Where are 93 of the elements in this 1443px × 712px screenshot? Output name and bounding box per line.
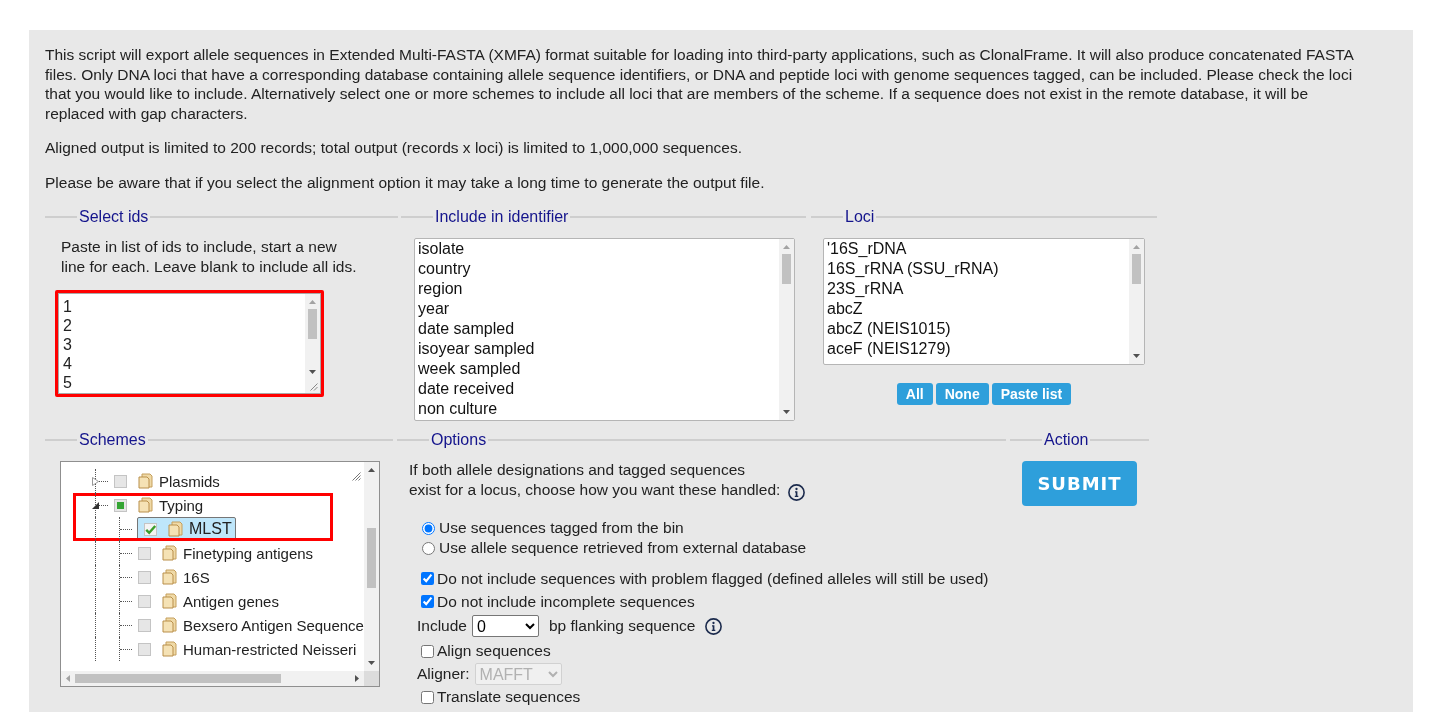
- scrollbar-thumb[interactable]: [75, 674, 281, 683]
- ids-field[interactable]: 1 2 3 4 5: [58, 293, 321, 394]
- help-text: Paste in list of ids to include, start a new line for each. Leave blank to include all ids.: [61, 237, 358, 277]
- resize-grip-icon[interactable]: [352, 472, 361, 481]
- tree-item[interactable]: Human-restricted Neisseri: [132, 637, 360, 661]
- tree-checkbox[interactable]: [138, 594, 151, 608]
- section-legend: Options: [429, 430, 489, 450]
- folder-icon: [162, 593, 177, 609]
- prompt-text: If both allele designations and tagged sequences exist for a locus, choose how you want these handled:: [409, 461, 781, 498]
- folder-icon: [138, 473, 153, 489]
- folder-icon: [168, 521, 183, 537]
- radio-button[interactable]: [422, 521, 435, 535]
- tree-item[interactable]: Finetyping antigens: [132, 541, 317, 565]
- list-option[interactable]: '16S_rDNA: [824, 239, 1129, 259]
- tree-checkbox[interactable]: [114, 498, 127, 512]
- section-legend: Action: [1042, 430, 1091, 450]
- scrollbar-corner: [364, 671, 379, 686]
- option-label: Do not include incomplete sequences: [437, 592, 695, 611]
- folder-icon: [138, 497, 153, 513]
- checkbox[interactable]: [421, 595, 434, 608]
- list-option[interactable]: country: [415, 259, 779, 279]
- checkbox[interactable]: [421, 572, 434, 585]
- vertical-scrollbar[interactable]: [364, 462, 379, 671]
- collapsed-caret-icon[interactable]: [92, 477, 99, 486]
- list-option[interactable]: isoyear sampled: [415, 339, 779, 359]
- scrollbar-thumb[interactable]: [782, 254, 791, 284]
- list-option[interactable]: abcZ: [824, 299, 1129, 319]
- info-icon[interactable]: [788, 484, 806, 501]
- section-legend: Schemes: [77, 430, 148, 450]
- scrollbar-thumb[interactable]: [308, 309, 317, 339]
- vertical-scrollbar[interactable]: [305, 294, 320, 380]
- list-option[interactable]: region: [415, 279, 779, 299]
- section-legend: Select ids: [77, 207, 151, 227]
- scroll-down-icon[interactable]: [783, 410, 790, 414]
- checkbox[interactable]: [421, 690, 434, 704]
- field-label: Aligner:: [417, 665, 470, 683]
- tree-checkbox[interactable]: [138, 570, 151, 584]
- scroll-down-icon[interactable]: [309, 370, 316, 374]
- scrollbar-thumb[interactable]: [367, 528, 376, 588]
- tree-item[interactable]: 16S: [132, 565, 213, 589]
- horizontal-scrollbar[interactable]: [61, 671, 364, 686]
- section-legend: Include in identifier: [433, 207, 571, 227]
- list-option[interactable]: 23S_rRNA: [824, 279, 1129, 299]
- list-option[interactable]: date received: [415, 379, 779, 399]
- tree-item[interactable]: Typing: [108, 493, 207, 517]
- vertical-scrollbar[interactable]: [1129, 239, 1144, 364]
- section-legend: Loci: [843, 207, 877, 227]
- folder-icon: [162, 641, 177, 657]
- scroll-down-icon[interactable]: [368, 661, 375, 665]
- scroll-down-icon[interactable]: [1133, 354, 1140, 358]
- list-option[interactable]: year: [415, 299, 779, 319]
- option-label: Align sequences: [437, 642, 551, 660]
- scroll-up-icon[interactable]: [368, 468, 375, 472]
- field-label: Include: [417, 617, 467, 635]
- list-option[interactable]: aceF (NEIS1279): [824, 339, 1129, 359]
- list-option[interactable]: isolate: [415, 239, 779, 259]
- list-option[interactable]: non culture: [415, 399, 779, 419]
- folder-icon: [162, 545, 177, 561]
- tree-item[interactable]: Antigen genes: [132, 589, 282, 613]
- tree-checkbox[interactable]: [144, 522, 157, 536]
- tree-checkbox[interactable]: [138, 642, 151, 656]
- option-label: Use sequences tagged from the bin: [439, 519, 684, 537]
- intro-paragraph: This script will export allele sequences in Extended Multi-FASTA (XMFA) format suitable for loading into third-party applications, such as ClonalFrame. It will also produce concatenated FASTA files. Only DNA loci that have a corresponding database containing allele sequence identifiers, or DNA and peptide loci with genome sequences tagged, can be included. Please check the loci that you would like to include. Alternatively select one or more schemes to include all loci that are members of the scheme. If a sequence does not exist in the remote database, it will be replaced with gap characters.: [45, 45, 1355, 123]
- option-label: Use allele sequence retrieved from external database: [439, 539, 807, 557]
- tree-item[interactable]: Bexsero Antigen Sequence: [132, 613, 364, 637]
- tree-checkbox[interactable]: [114, 474, 127, 488]
- scroll-right-icon[interactable]: [355, 675, 359, 682]
- radio-button[interactable]: [422, 541, 435, 555]
- tree-checkbox[interactable]: [138, 618, 151, 632]
- folder-icon: [162, 569, 177, 585]
- flanking-select[interactable]: 0: [472, 615, 539, 637]
- option-label: Do not include sequences with problem flagged (defined alleles will still be used): [437, 569, 989, 588]
- folder-icon: [162, 617, 177, 633]
- list-option[interactable]: abcZ (NEIS1015): [824, 319, 1129, 339]
- intro-paragraph: Please be aware that if you select the alignment option it may take a long time to generate the output file.: [45, 172, 766, 192]
- loci-listbox[interactable]: '16S_rDNA 16S_rRNA (SSU_rRNA) 23S_rRNA abcZ abcZ (NEIS1015) aceF (NEIS1279): [823, 238, 1145, 365]
- tree-item[interactable]: MLST: [137, 517, 236, 541]
- checkbox[interactable]: [421, 644, 434, 658]
- list-option[interactable]: date sampled: [415, 319, 779, 339]
- scroll-left-icon[interactable]: [66, 675, 70, 682]
- tree-checkbox[interactable]: [138, 546, 151, 560]
- resize-grip-icon[interactable]: [310, 383, 318, 391]
- list-option[interactable]: week sampled: [415, 359, 779, 379]
- info-icon[interactable]: [704, 617, 722, 635]
- vertical-scrollbar[interactable]: [779, 239, 794, 420]
- scrollbar-thumb[interactable]: [1132, 254, 1141, 284]
- list-option[interactable]: 16S_rRNA (SSU_rRNA): [824, 259, 1129, 279]
- expanded-caret-icon[interactable]: [92, 502, 99, 509]
- option-label: Translate sequences: [437, 688, 581, 706]
- identifier-listbox[interactable]: isolate country region year date sampled isoyear sampled week sampled date received non culture: [414, 238, 795, 421]
- field-label: bp flanking sequence: [549, 617, 696, 635]
- tree-item[interactable]: Plasmids: [108, 469, 223, 493]
- intro-paragraph: Aligned output is limited to 200 records; total output (records x loci) is limited to 1,000,000 sequences.: [45, 138, 743, 158]
